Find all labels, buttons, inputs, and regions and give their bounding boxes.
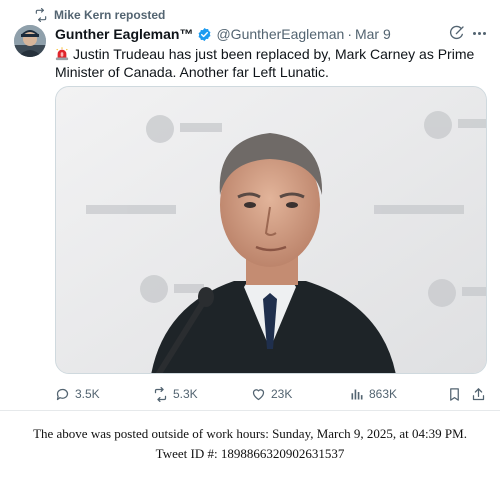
- caption-posted-time: The above was posted outside of work hou…: [33, 426, 467, 441]
- repost-icon: [35, 8, 47, 22]
- share-button[interactable]: [471, 384, 486, 404]
- like-button[interactable]: 23K: [251, 384, 292, 404]
- reply-button[interactable]: 3.5K: [55, 384, 100, 404]
- author-handle[interactable]: @GuntherEagleman: [216, 26, 344, 42]
- bookmark-icon: [450, 387, 459, 401]
- separator-dot: ·: [347, 26, 352, 42]
- author-name[interactable]: Gunther Eagleman™: [55, 26, 193, 42]
- share-icon: [472, 387, 485, 400]
- reply-count: 3.5K: [75, 387, 100, 401]
- like-count: 23K: [271, 387, 293, 401]
- avatar-image: [14, 25, 46, 57]
- reply-icon: [56, 388, 69, 400]
- repost-icon: [154, 386, 167, 402]
- analytics-icon: [351, 389, 363, 399]
- tweet-text: Justin Trudeau has just been replaced by…: [55, 45, 485, 81]
- caption-tweet-id: Tweet ID #: 1898866320902631537: [155, 446, 345, 461]
- repost-button[interactable]: 5.3K: [153, 384, 198, 404]
- tweet-header: Gunther Eagleman™ @GuntherEagleman · Mar…: [55, 25, 391, 43]
- more-options-icon[interactable]: [470, 25, 488, 41]
- tweet-actions: 3.5K 5.3K 23K 863K: [55, 384, 487, 404]
- tweet-card[interactable]: Mike Kern reposted Gunther Eagleman™ @Gu…: [0, 0, 500, 410]
- heart-icon: [252, 388, 265, 400]
- views-button[interactable]: 863K: [349, 384, 397, 404]
- repost-indicator: Mike Kern reposted: [34, 7, 165, 23]
- repost-label[interactable]: Mike Kern reposted: [54, 8, 165, 22]
- grok-icon[interactable]: [449, 25, 465, 41]
- divider: [0, 410, 500, 411]
- photo-of-man-at-microphone: [56, 87, 486, 373]
- view-count: 863K: [369, 387, 398, 401]
- verified-badge-icon: [199, 27, 211, 41]
- tweet-body: Justin Trudeau has just been replaced by…: [55, 46, 475, 80]
- siren-emoji-icon: [55, 47, 69, 61]
- tweet-timestamp[interactable]: Mar 9: [355, 26, 391, 42]
- avatar[interactable]: [14, 25, 46, 57]
- caption-footer: The above was posted outside of work hou…: [0, 424, 500, 464]
- tweet-image[interactable]: [55, 86, 487, 374]
- repost-count: 5.3K: [173, 387, 198, 401]
- bookmark-button[interactable]: [447, 384, 462, 404]
